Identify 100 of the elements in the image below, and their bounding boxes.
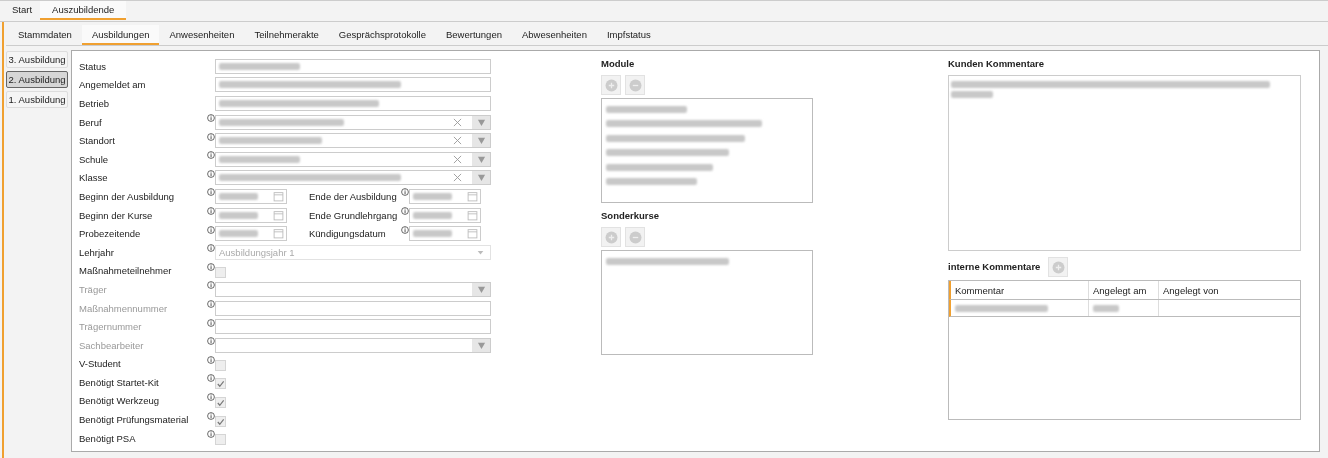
info-icon[interactable] <box>207 207 215 216</box>
info-icon[interactable] <box>207 411 215 420</box>
section-tab[interactable]: Anwesenheiten <box>159 25 245 45</box>
date-field[interactable] <box>409 188 481 204</box>
checkbox[interactable] <box>215 359 226 371</box>
checkbox[interactable] <box>215 434 226 446</box>
add-button[interactable] <box>601 227 621 247</box>
section-tab[interactable]: Teilnehmerakte <box>244 25 329 45</box>
combo-field[interactable] <box>215 133 491 149</box>
text-field[interactable] <box>215 300 491 316</box>
section-tab[interactable]: Bewertungen <box>436 25 512 45</box>
remove-button[interactable] <box>625 75 645 95</box>
section-tab[interactable]: Ausbildungen <box>81 25 160 45</box>
date-field[interactable] <box>409 207 481 223</box>
field-label: Träger <box>79 283 108 295</box>
checkbox[interactable] <box>215 378 226 390</box>
field-label: Schule <box>79 153 110 165</box>
info-icon[interactable] <box>207 262 215 271</box>
text-field[interactable] <box>215 58 491 74</box>
section-tab[interactable]: Impfstatus <box>596 25 661 45</box>
date-field[interactable] <box>215 207 287 223</box>
info-icon[interactable] <box>207 132 215 141</box>
info-icon[interactable] <box>401 188 409 197</box>
remove-button[interactable] <box>625 227 645 247</box>
dropdown-button[interactable] <box>472 115 490 129</box>
training-tab[interactable]: 1. Ausbildung <box>6 91 68 108</box>
text-field[interactable] <box>215 319 491 335</box>
add-button[interactable] <box>1048 257 1069 277</box>
info-icon[interactable] <box>207 355 215 364</box>
info-icon[interactable] <box>207 374 215 383</box>
info-icon[interactable] <box>207 300 215 308</box>
blurred-text <box>951 90 993 98</box>
info-icon[interactable] <box>207 393 215 401</box>
section-tab[interactable]: Stammdaten <box>8 25 82 45</box>
info-icon[interactable] <box>207 225 215 234</box>
info-icon[interactable] <box>207 281 215 290</box>
checkbox[interactable] <box>215 415 226 427</box>
dropdown-field[interactable] <box>215 337 491 353</box>
blurred-text <box>413 230 452 238</box>
calendar-icon[interactable] <box>467 209 478 221</box>
section-tab[interactable]: Gesprächsprotokolle <box>328 25 436 45</box>
section-tab[interactable]: Abwesenheiten <box>511 25 597 45</box>
text-field[interactable] <box>215 77 491 93</box>
date-field[interactable] <box>409 226 481 242</box>
clear-icon[interactable] <box>453 154 462 164</box>
caret-icon <box>477 248 484 256</box>
info-icon[interactable] <box>401 225 409 234</box>
date-field[interactable] <box>215 188 287 204</box>
info-icon[interactable] <box>207 244 215 253</box>
combo-field[interactable] <box>215 170 491 186</box>
calendar-icon[interactable] <box>467 228 478 240</box>
blurred-text <box>219 192 258 200</box>
top-tab[interactable]: Auszubildende <box>40 1 127 20</box>
dropdown-button[interactable] <box>472 134 490 148</box>
field-label: Probezeitende <box>79 228 142 240</box>
calendar-icon[interactable] <box>273 228 284 240</box>
column-header[interactable]: Angelegt von <box>1159 281 1300 299</box>
field-label: Ende Grundlehrgang <box>309 209 399 221</box>
training-tab[interactable]: 2. Ausbildung <box>6 71 68 88</box>
list-box[interactable] <box>601 250 813 355</box>
field-label: Maßnahmennummer <box>79 302 169 314</box>
column-header[interactable]: Kommentar <box>951 281 1089 299</box>
field-label: Angemeldet am <box>79 79 147 91</box>
info-icon[interactable] <box>207 188 215 197</box>
field-label: V-Student <box>79 358 122 370</box>
training-tab[interactable]: 3. Ausbildung <box>6 51 68 68</box>
field-label: Lehrjahr <box>79 246 115 258</box>
dropdown-button[interactable] <box>472 152 490 166</box>
calendar-icon[interactable] <box>273 190 284 202</box>
dropdown-button[interactable] <box>472 282 490 296</box>
info-icon[interactable] <box>207 337 215 346</box>
add-button[interactable] <box>601 75 621 95</box>
dropdown-button[interactable] <box>472 171 490 185</box>
field-label: Trägernummer <box>79 321 143 333</box>
dropdown-button[interactable] <box>472 338 490 352</box>
text-field[interactable] <box>215 96 491 111</box>
info-icon[interactable] <box>401 207 409 216</box>
checkbox[interactable] <box>215 266 226 278</box>
blurred-text <box>413 192 452 200</box>
info-icon[interactable] <box>207 151 215 160</box>
calendar-icon[interactable] <box>273 209 284 221</box>
clear-icon[interactable] <box>453 136 462 146</box>
info-icon[interactable] <box>207 430 215 439</box>
calendar-icon[interactable] <box>467 190 478 202</box>
info-icon[interactable] <box>207 169 215 178</box>
date-field[interactable] <box>215 226 287 242</box>
clear-icon[interactable] <box>453 117 462 127</box>
clear-icon[interactable] <box>453 173 462 183</box>
dropdown-field[interactable] <box>215 281 491 297</box>
field-label: Benötigt Werkzeug <box>79 395 161 407</box>
top-tab[interactable]: Start <box>4 1 41 20</box>
checkbox[interactable] <box>215 397 226 408</box>
field-label: Sachbearbeiter <box>79 339 145 351</box>
info-icon[interactable] <box>207 318 215 327</box>
list-box[interactable] <box>601 98 813 203</box>
comment-area[interactable] <box>948 75 1301 251</box>
combo-field[interactable] <box>215 151 491 167</box>
info-icon[interactable] <box>207 114 215 123</box>
combo-field[interactable] <box>215 114 491 130</box>
column-header[interactable]: Angelegt am <box>1089 281 1159 299</box>
